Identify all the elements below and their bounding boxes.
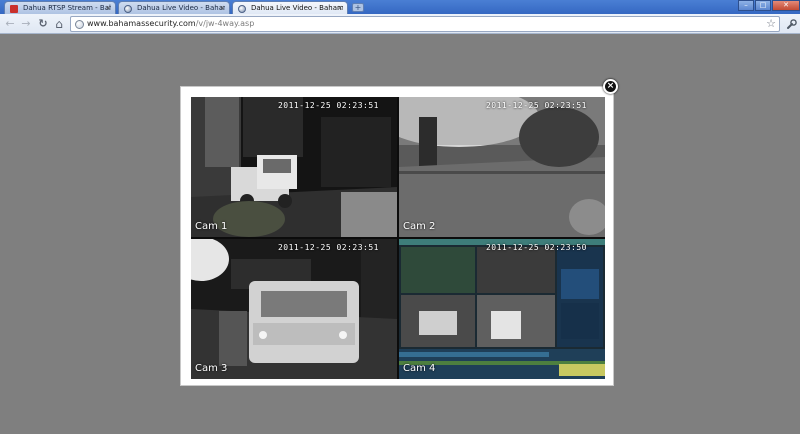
camera-timestamp: 2011-12-25 02:23:51 xyxy=(277,101,379,110)
reload-icon[interactable]: ↻ xyxy=(36,17,50,31)
tab-rtsp-stream[interactable]: Dahua RTSP Stream - Bahamas × xyxy=(4,1,116,14)
minimize-button[interactable]: – xyxy=(738,0,754,11)
camera-timestamp: 2011-12-25 02:23:50 xyxy=(485,243,587,252)
wrench-menu-icon[interactable] xyxy=(785,17,797,31)
page-info-icon[interactable] xyxy=(75,20,84,29)
camera-feed-2[interactable]: 2011-12-25 02:23:51 Cam 2 xyxy=(399,97,605,237)
tab-strip: Dahua RTSP Stream - Bahamas × Dahua Live… xyxy=(0,0,800,14)
camera-3-scene xyxy=(191,239,397,379)
camera-label: Cam 3 xyxy=(195,363,228,374)
video-lightbox: 2011-12-25 02:23:51 Cam 1 2011-12-25 02:… xyxy=(180,86,614,386)
home-icon[interactable]: ⌂ xyxy=(52,17,66,31)
camera-2-scene xyxy=(399,97,605,237)
camera-label: Cam 2 xyxy=(403,221,436,232)
forward-arrow-icon[interactable]: → xyxy=(19,17,33,31)
url-host: www.bahamassecurity.com xyxy=(87,19,196,28)
camera-1-scene xyxy=(191,97,397,237)
url-path: /v/jw-4way.asp xyxy=(195,19,255,28)
camera-label: Cam 1 xyxy=(195,221,228,232)
tab-label: Dahua Live Video - BahamasSe xyxy=(251,4,343,12)
bookmark-star-icon[interactable]: ☆ xyxy=(766,17,776,31)
tab-label: Dahua RTSP Stream - Bahamas xyxy=(23,4,111,12)
lightbox-close-button[interactable]: × xyxy=(603,79,618,94)
video-favicon-icon xyxy=(10,5,18,13)
camera-timestamp: 2011-12-25 02:23:51 xyxy=(485,101,587,110)
globe-favicon-icon xyxy=(238,5,246,13)
tab-live-video-active[interactable]: Dahua Live Video - BahamasSe × xyxy=(232,1,348,14)
tab-close-icon[interactable]: × xyxy=(337,2,343,14)
camera-feed-4[interactable]: 2011-12-25 02:23:50 Cam 4 xyxy=(399,239,605,379)
tab-label: Dahua Live Video - BahamasSe xyxy=(137,4,225,12)
camera-feed-3[interactable]: 2011-12-25 02:23:51 Cam 3 xyxy=(191,239,397,379)
tab-close-icon[interactable]: × xyxy=(219,2,225,14)
window-close-button[interactable]: ✕ xyxy=(772,0,800,11)
tab-live-video-1[interactable]: Dahua Live Video - BahamasSe × xyxy=(118,1,230,14)
camera-timestamp: 2011-12-25 02:23:51 xyxy=(277,243,379,252)
camera-grid: 2011-12-25 02:23:51 Cam 1 2011-12-25 02:… xyxy=(191,97,605,379)
new-tab-button[interactable]: + xyxy=(352,3,364,12)
globe-favicon-icon xyxy=(124,5,132,13)
address-bar[interactable]: www.bahamassecurity.com/v/jw-4way.asp ☆ xyxy=(70,16,780,32)
address-url[interactable]: www.bahamassecurity.com/v/jw-4way.asp xyxy=(87,17,254,31)
back-arrow-icon[interactable]: ← xyxy=(3,17,17,31)
camera-feed-1[interactable]: 2011-12-25 02:23:51 Cam 1 xyxy=(191,97,397,237)
browser-toolbar: ← → ↻ ⌂ www.bahamassecurity.com/v/jw-4wa… xyxy=(0,14,800,34)
camera-label: Cam 4 xyxy=(403,363,436,374)
tab-close-icon[interactable]: × xyxy=(105,2,111,14)
camera-4-scene xyxy=(399,239,605,379)
maximize-button[interactable]: □ xyxy=(755,0,771,11)
